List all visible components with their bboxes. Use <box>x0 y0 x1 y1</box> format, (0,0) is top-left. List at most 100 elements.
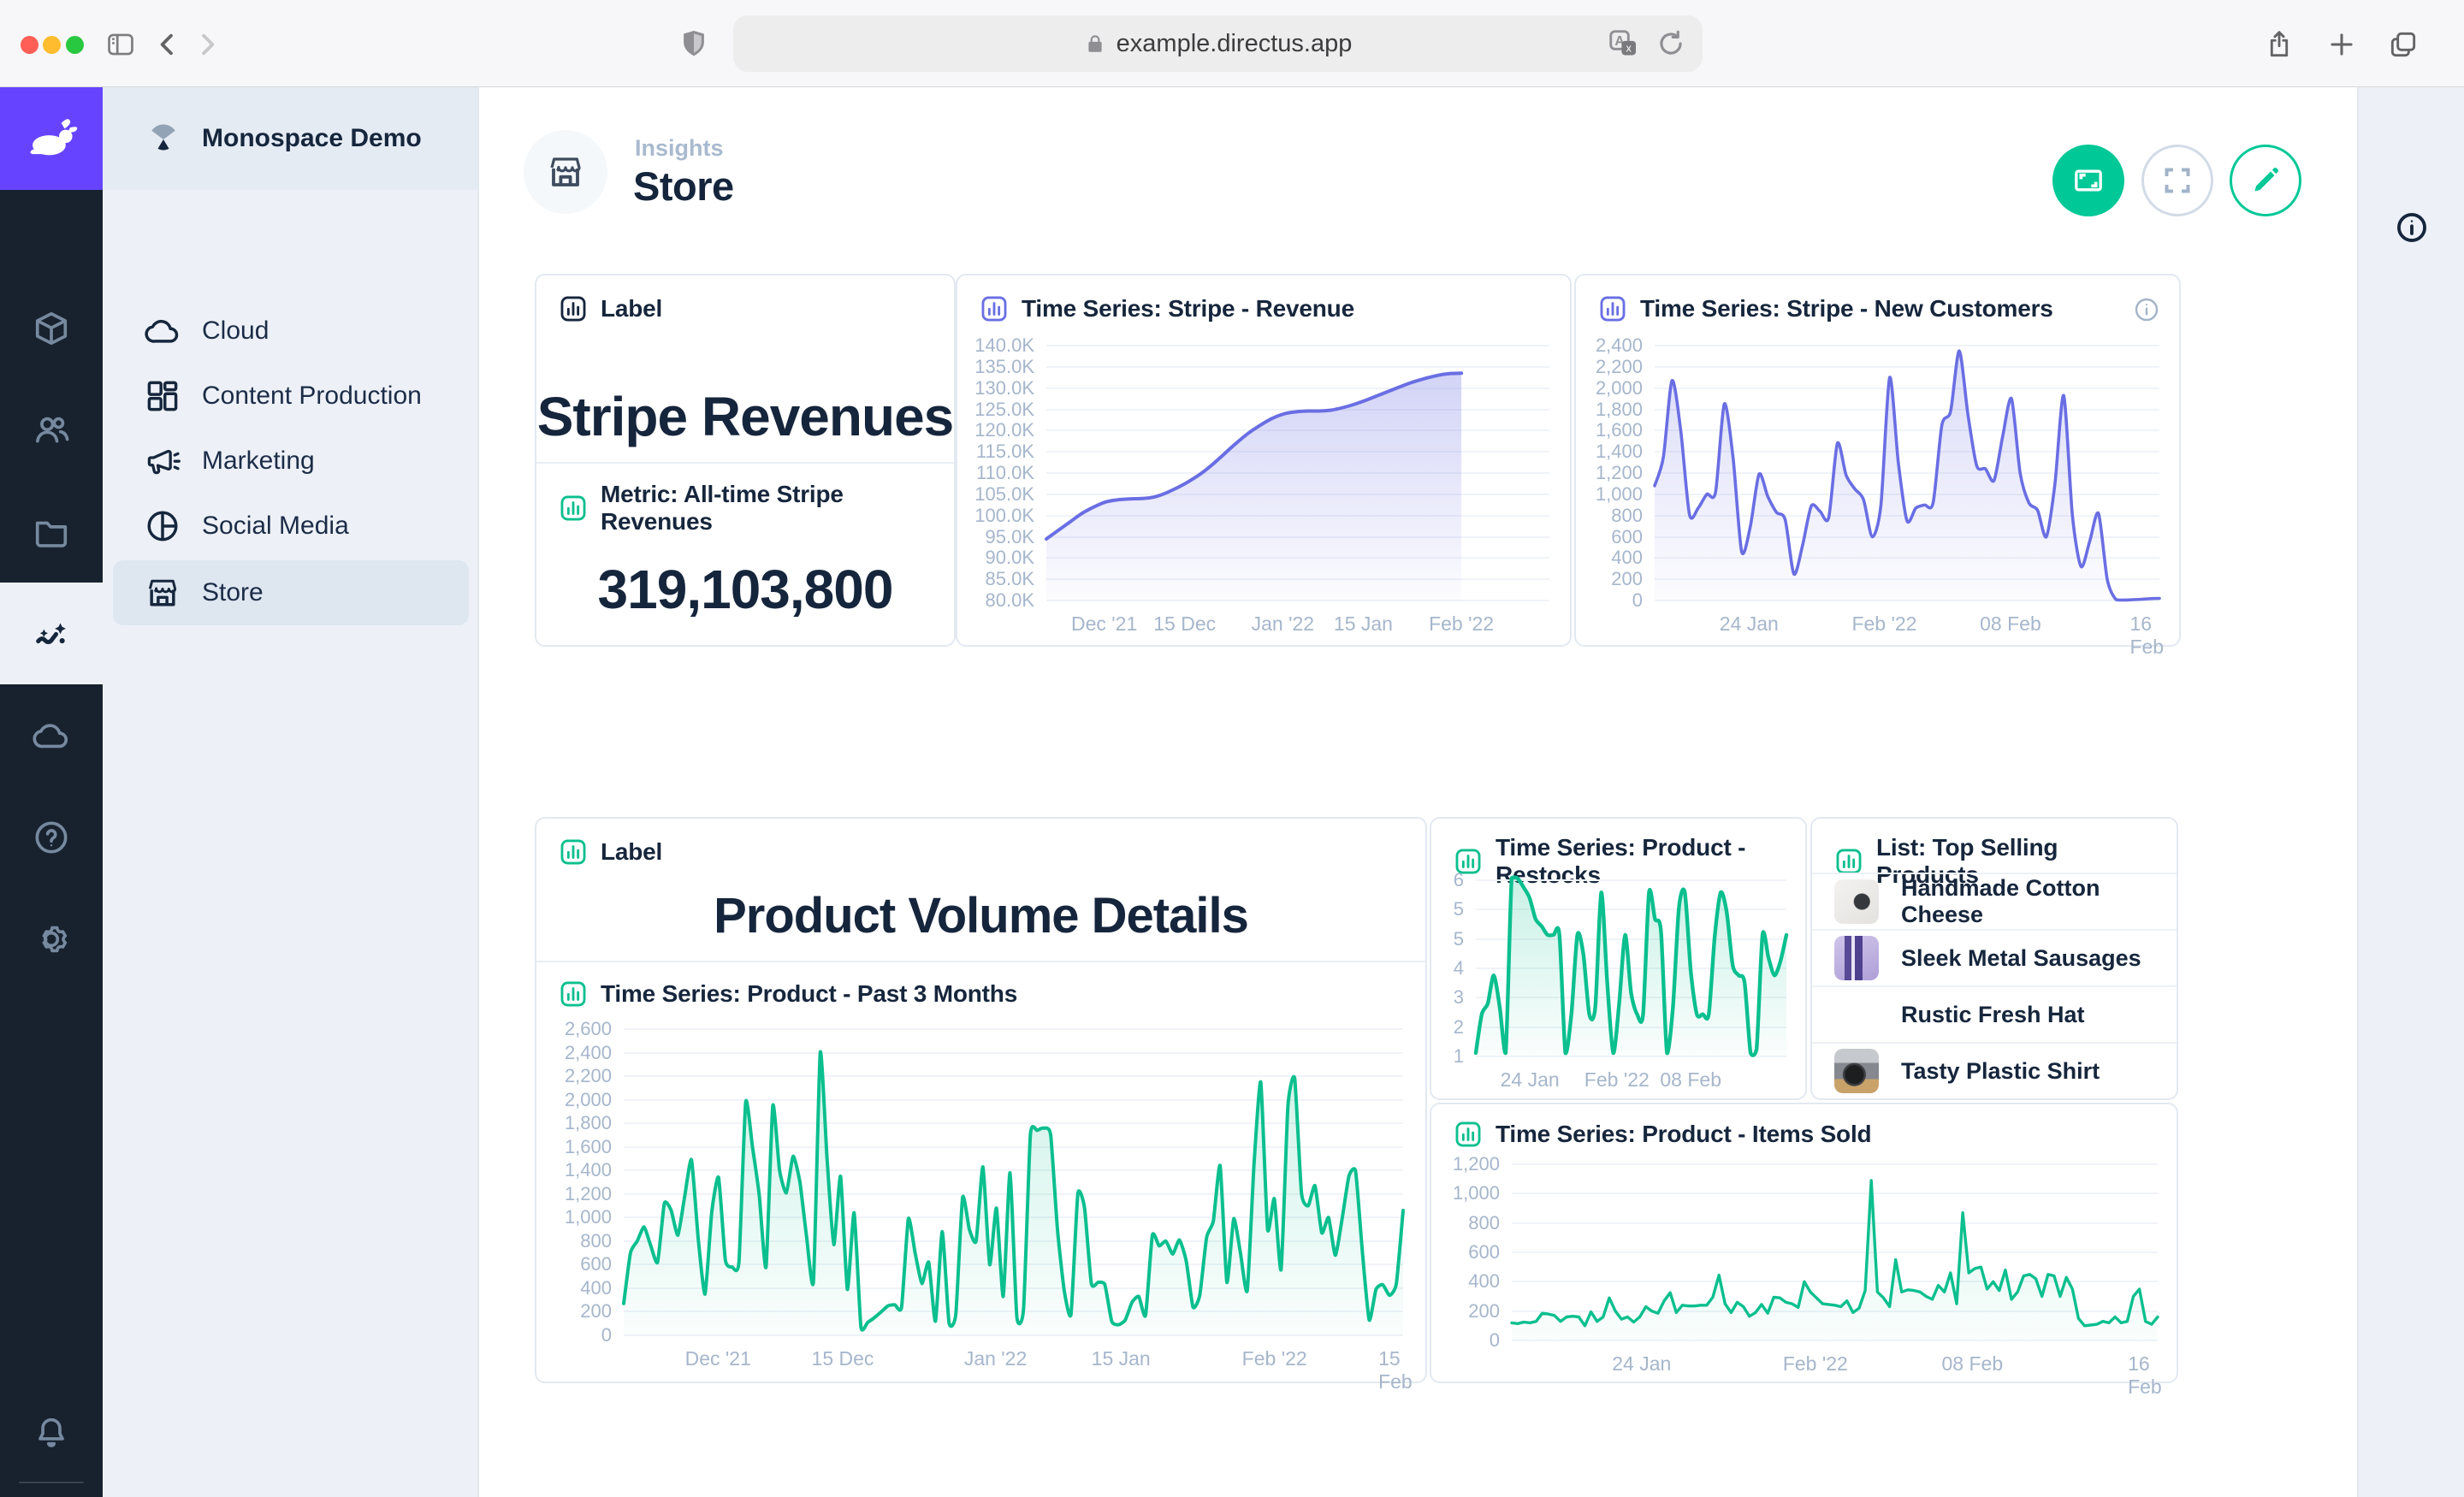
product-thumbnail <box>1834 879 1879 924</box>
panel-top-selling-products: List: Top Selling Products Handmade Cott… <box>1810 817 2178 1100</box>
window-close-button[interactable] <box>21 36 38 54</box>
info-sidebar-icon[interactable] <box>2394 210 2430 246</box>
list-panel-icon <box>1834 847 1863 876</box>
module-users-icon[interactable] <box>0 379 103 481</box>
breadcrumb[interactable]: Insights <box>635 135 724 162</box>
panel-product-items-sold: Time Series: Product - Items Sold 1,2001… <box>1430 1103 2178 1383</box>
chart-line <box>1442 870 1795 1091</box>
edit-dashboard-button[interactable] <box>2230 145 2301 216</box>
reload-icon[interactable] <box>1655 27 1687 60</box>
panel-product-volume: Label Product Volume Details Time Series… <box>535 817 1427 1383</box>
window-minimize-button[interactable] <box>43 36 61 54</box>
stripe-revenue-chart: 140.0K135.0K130.0K125.0K120.0K115.0K110.… <box>969 337 1558 638</box>
product-restocks-chart: 655432124 JanFeb '2208 Feb <box>1442 870 1795 1091</box>
screen: example.directus.app Ax <box>0 0 2464 1497</box>
navigation-panel: Monospace Demo Cloud Content Production … <box>103 87 479 1497</box>
sidebar-item-label: Marketing <box>202 447 315 476</box>
module-bar <box>0 87 103 1497</box>
sidebar-item-content-production[interactable]: Content Production <box>113 364 469 429</box>
sidebar-toggle-icon[interactable] <box>104 28 137 61</box>
fullscreen-button[interactable] <box>2141 145 2213 216</box>
product-thumbnail <box>1834 992 1879 1037</box>
metric-value: 319,103,800 <box>536 558 954 621</box>
product-thumbnail <box>1834 936 1879 980</box>
window-zoom-button[interactable] <box>66 36 84 54</box>
label-panel-icon <box>559 294 588 323</box>
directus-logo[interactable] <box>0 87 103 190</box>
chart-line <box>1588 337 2168 638</box>
panel-header: Metric: All-time Stripe Revenues <box>536 462 954 535</box>
sidebar-item-label: Store <box>202 578 264 607</box>
right-sidebar <box>2357 87 2464 1497</box>
cloud-icon <box>144 312 181 350</box>
sidebar-item-social-media[interactable]: Social Media <box>113 494 469 559</box>
module-help-icon[interactable] <box>0 786 103 888</box>
panel-title: Time Series: Product - Past 3 Months <box>601 980 1017 1008</box>
megaphone-icon <box>144 442 181 480</box>
chart-line <box>969 337 1558 638</box>
list-item[interactable]: Handmade Cotton Cheese <box>1812 873 2177 929</box>
list-item[interactable]: Sleek Metal Sausages <box>1812 929 2177 985</box>
lock-icon <box>1084 33 1106 55</box>
panel-title: Metric: All-time Stripe Revenues <box>601 481 932 535</box>
sidebar-item-label: Cloud <box>202 317 269 346</box>
forward-button[interactable] <box>191 28 223 61</box>
module-files-icon[interactable] <box>0 481 103 583</box>
panel-stripe-label-metric: Label Stripe Revenues Metric: All-time S… <box>535 274 956 647</box>
tab-overview-icon[interactable] <box>2387 28 2420 61</box>
dashboard-icon <box>144 377 181 415</box>
back-button[interactable] <box>151 28 184 61</box>
product-name: Handmade Cotton Cheese <box>1901 875 2177 928</box>
time-series-panel-icon <box>980 294 1009 323</box>
product-name: Sleek Metal Sausages <box>1901 945 2141 972</box>
label-panel-icon <box>559 837 588 867</box>
new-tab-icon[interactable] <box>2325 28 2358 61</box>
gauge-icon <box>144 119 183 158</box>
time-series-panel-icon <box>1454 1120 1483 1149</box>
page-title: Store <box>633 163 734 210</box>
panel-title: Label <box>601 295 662 322</box>
panel-title: Time Series: Stripe - New Customers <box>1640 295 2053 322</box>
browser-toolbar: example.directus.app Ax <box>0 0 2464 87</box>
panel-stripe-new-customers: Time Series: Stripe - New Customers 2,40… <box>1574 274 2181 647</box>
sidebar-item-cloud[interactable]: Cloud <box>113 299 469 364</box>
label-text: Stripe Revenues <box>536 385 954 448</box>
url-text: example.directus.app <box>1116 30 1353 58</box>
sidebar-item-label: Social Media <box>202 512 349 541</box>
product-thumbnail <box>1834 1049 1879 1093</box>
label-text: Product Volume Details <box>536 887 1425 944</box>
share-icon[interactable] <box>2263 28 2295 61</box>
panel-title: Label <box>601 838 662 866</box>
metric-panel-icon <box>559 494 588 523</box>
project-name: Monospace Demo <box>202 124 422 153</box>
notifications-bell-icon[interactable] <box>0 1382 103 1483</box>
module-cloud-icon[interactable] <box>0 684 103 786</box>
panel-title: Time Series: Product - Items Sold <box>1496 1121 1871 1148</box>
storefront-icon <box>144 574 181 612</box>
sidebar-item-marketing[interactable]: Marketing <box>113 429 469 494</box>
panel-info-icon[interactable] <box>2133 296 2160 323</box>
panel-product-restocks: Time Series: Product - Restocks 65543212… <box>1430 817 1807 1100</box>
list-item[interactable]: Tasty Plastic Shirt <box>1812 1042 2177 1098</box>
zen-mode-button[interactable] <box>2052 145 2124 216</box>
product-items-sold-chart: 1,2001,000800600400200024 JanFeb '2208 F… <box>1445 1154 2166 1375</box>
user-avatar-icon[interactable] <box>0 1482 103 1497</box>
privacy-shield-icon[interactable] <box>678 27 710 60</box>
sidebar-item-store[interactable]: Store <box>113 560 469 625</box>
panel-title: Time Series: Stripe - Revenue <box>1022 295 1354 322</box>
product-past-3-months-chart: 2,6002,4002,2002,0001,8001,6001,4001,200… <box>552 1022 1412 1373</box>
product-name: Rustic Fresh Hat <box>1901 1002 2085 1028</box>
page-storefront-icon <box>524 130 607 214</box>
product-name: Tasty Plastic Shirt <box>1901 1058 2100 1085</box>
list-item[interactable]: Rustic Fresh Hat <box>1812 985 2177 1042</box>
module-insights-icon[interactable] <box>0 583 103 684</box>
sidebar-item-label: Content Production <box>202 382 422 411</box>
address-bar[interactable]: example.directus.app Ax <box>733 15 1703 72</box>
module-settings-icon[interactable] <box>0 888 103 990</box>
svg-text:x: x <box>1626 43 1632 55</box>
translate-icon[interactable]: Ax <box>1607 27 1639 60</box>
stripe-new-customers-chart: 2,4002,2002,0001,8001,6001,4001,2001,000… <box>1588 337 2168 638</box>
project-switcher[interactable]: Monospace Demo <box>103 87 477 190</box>
pie-chart-icon <box>144 507 181 545</box>
module-content-icon[interactable] <box>0 277 103 379</box>
